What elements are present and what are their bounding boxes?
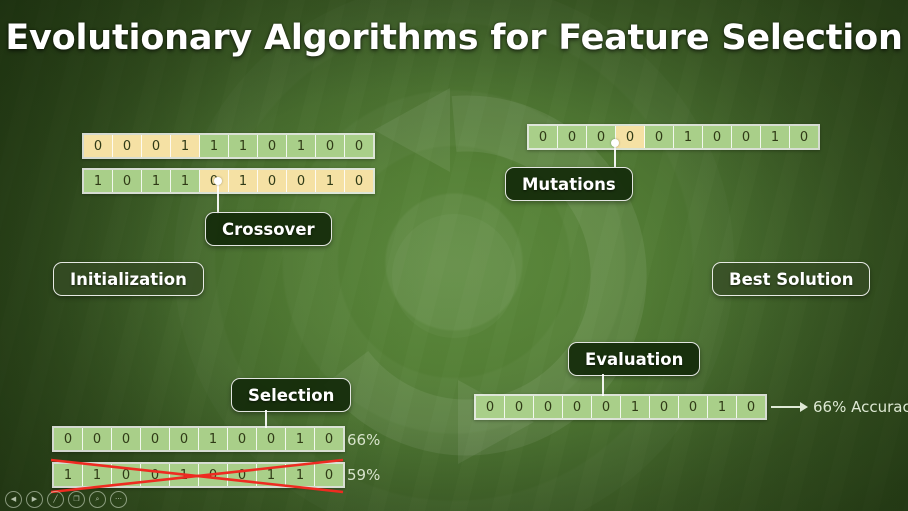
- stage-label-initialization[interactable]: Initialization: [53, 262, 204, 296]
- bit-cell: 1: [171, 135, 200, 157]
- bit-cell: 0: [141, 428, 170, 450]
- bit-cell: 0: [616, 126, 645, 148]
- bit-cell: 0: [257, 428, 286, 450]
- bit-cell: 0: [732, 126, 761, 148]
- stage-label-best-solution[interactable]: Best Solution: [712, 262, 871, 296]
- bit-cell: 0: [113, 135, 142, 157]
- bit-cell: 0: [650, 396, 679, 418]
- bit-cell: 1: [621, 396, 650, 418]
- bit-cell: 0: [737, 396, 765, 418]
- bit-cell: 0: [679, 396, 708, 418]
- crossover-connector-line: [217, 183, 219, 214]
- bit-cell: 1: [171, 170, 200, 192]
- bit-cell: 0: [345, 170, 373, 192]
- bit-cell: 0: [534, 396, 563, 418]
- all-slides-button[interactable]: ❐: [68, 491, 85, 508]
- mutation-connector-line: [614, 145, 616, 168]
- bit-cell: 0: [592, 396, 621, 418]
- bit-cell: 1: [229, 135, 258, 157]
- bit-cell: 1: [316, 170, 345, 192]
- slide-title: Evolutionary Algorithms for Feature Sele…: [5, 18, 903, 58]
- bit-cell: 1: [199, 428, 228, 450]
- bit-cell: 0: [345, 135, 373, 157]
- stage-label-selection[interactable]: Selection: [231, 378, 352, 412]
- next-slide-button[interactable]: ▶: [26, 491, 43, 508]
- bit-cell: 0: [258, 135, 287, 157]
- zoom-icon: ⌕: [95, 496, 100, 503]
- bit-cell: 0: [315, 428, 343, 450]
- bit-cell: 0: [790, 126, 818, 148]
- bit-cell: 0: [258, 170, 287, 192]
- zoom-button[interactable]: ⌕: [89, 491, 106, 508]
- presenter-toolbar[interactable]: ◀ ▶ ╱ ❐ ⌕ ⋯: [5, 491, 127, 508]
- bit-cell: 1: [286, 428, 315, 450]
- pen-tool-icon: ╱: [53, 496, 58, 503]
- bit-cell: 0: [529, 126, 558, 148]
- more-options-button[interactable]: ⋯: [110, 491, 127, 508]
- mutation-connector-dot: [611, 139, 619, 147]
- bit-cell: 1: [142, 170, 171, 192]
- previous-slide-icon: ◀: [10, 496, 17, 503]
- bit-cell: 0: [83, 428, 112, 450]
- bit-cell: 0: [113, 170, 142, 192]
- bit-cell: 0: [645, 126, 674, 148]
- bit-cell: 0: [112, 428, 141, 450]
- selection-kept-row: 0000010010: [52, 426, 345, 452]
- bit-cell: 0: [287, 170, 316, 192]
- presentation-slide: Evolutionary Algorithms for Feature Sele…: [0, 0, 908, 511]
- selection-kept-fitness: 66%: [347, 431, 381, 449]
- bit-cell: 0: [558, 126, 587, 148]
- bit-cell: 0: [563, 396, 592, 418]
- selection-rejected-fitness: 59%: [347, 466, 381, 484]
- bit-cell: 1: [84, 170, 113, 192]
- bit-cell: 0: [505, 396, 534, 418]
- bit-cell: 1: [708, 396, 737, 418]
- accuracy-arrow-line: [771, 406, 801, 408]
- bit-cell: 1: [287, 135, 316, 157]
- bit-cell: 1: [761, 126, 790, 148]
- bit-cell: 0: [84, 135, 113, 157]
- bit-cell: 0: [54, 428, 83, 450]
- bit-cell: 1: [229, 170, 258, 192]
- previous-slide-button[interactable]: ◀: [5, 491, 22, 508]
- stage-label-mutations[interactable]: Mutations: [505, 167, 633, 201]
- bit-cell: 0: [142, 135, 171, 157]
- bit-cell: 0: [316, 135, 345, 157]
- bit-cell: 1: [674, 126, 703, 148]
- all-slides-icon: ❐: [73, 496, 80, 503]
- bit-cell: 0: [476, 396, 505, 418]
- accuracy-arrow-head: [800, 402, 808, 412]
- bit-cell: 0: [703, 126, 732, 148]
- crossover-parent-a-row: 0001110100: [82, 133, 375, 159]
- pen-tool-button[interactable]: ╱: [47, 491, 64, 508]
- more-options-icon: ⋯: [115, 496, 122, 503]
- mutation-child-row: 0000010010: [527, 124, 820, 150]
- stage-label-evaluation[interactable]: Evaluation: [568, 342, 701, 376]
- crossover-parent-b-row: 1011010010: [82, 168, 375, 194]
- rejected-strikethrough-icon: [50, 458, 344, 494]
- bit-cell: 0: [170, 428, 199, 450]
- evaluation-individual-row: 0000010010: [474, 394, 767, 420]
- stage-label-crossover[interactable]: Crossover: [205, 212, 332, 246]
- next-slide-icon: ▶: [31, 496, 38, 503]
- bit-cell: 1: [200, 135, 229, 157]
- crossover-connector-dot: [214, 177, 222, 185]
- bit-cell: 0: [228, 428, 257, 450]
- evaluation-accuracy-label: 66% Accuracy: [813, 398, 908, 416]
